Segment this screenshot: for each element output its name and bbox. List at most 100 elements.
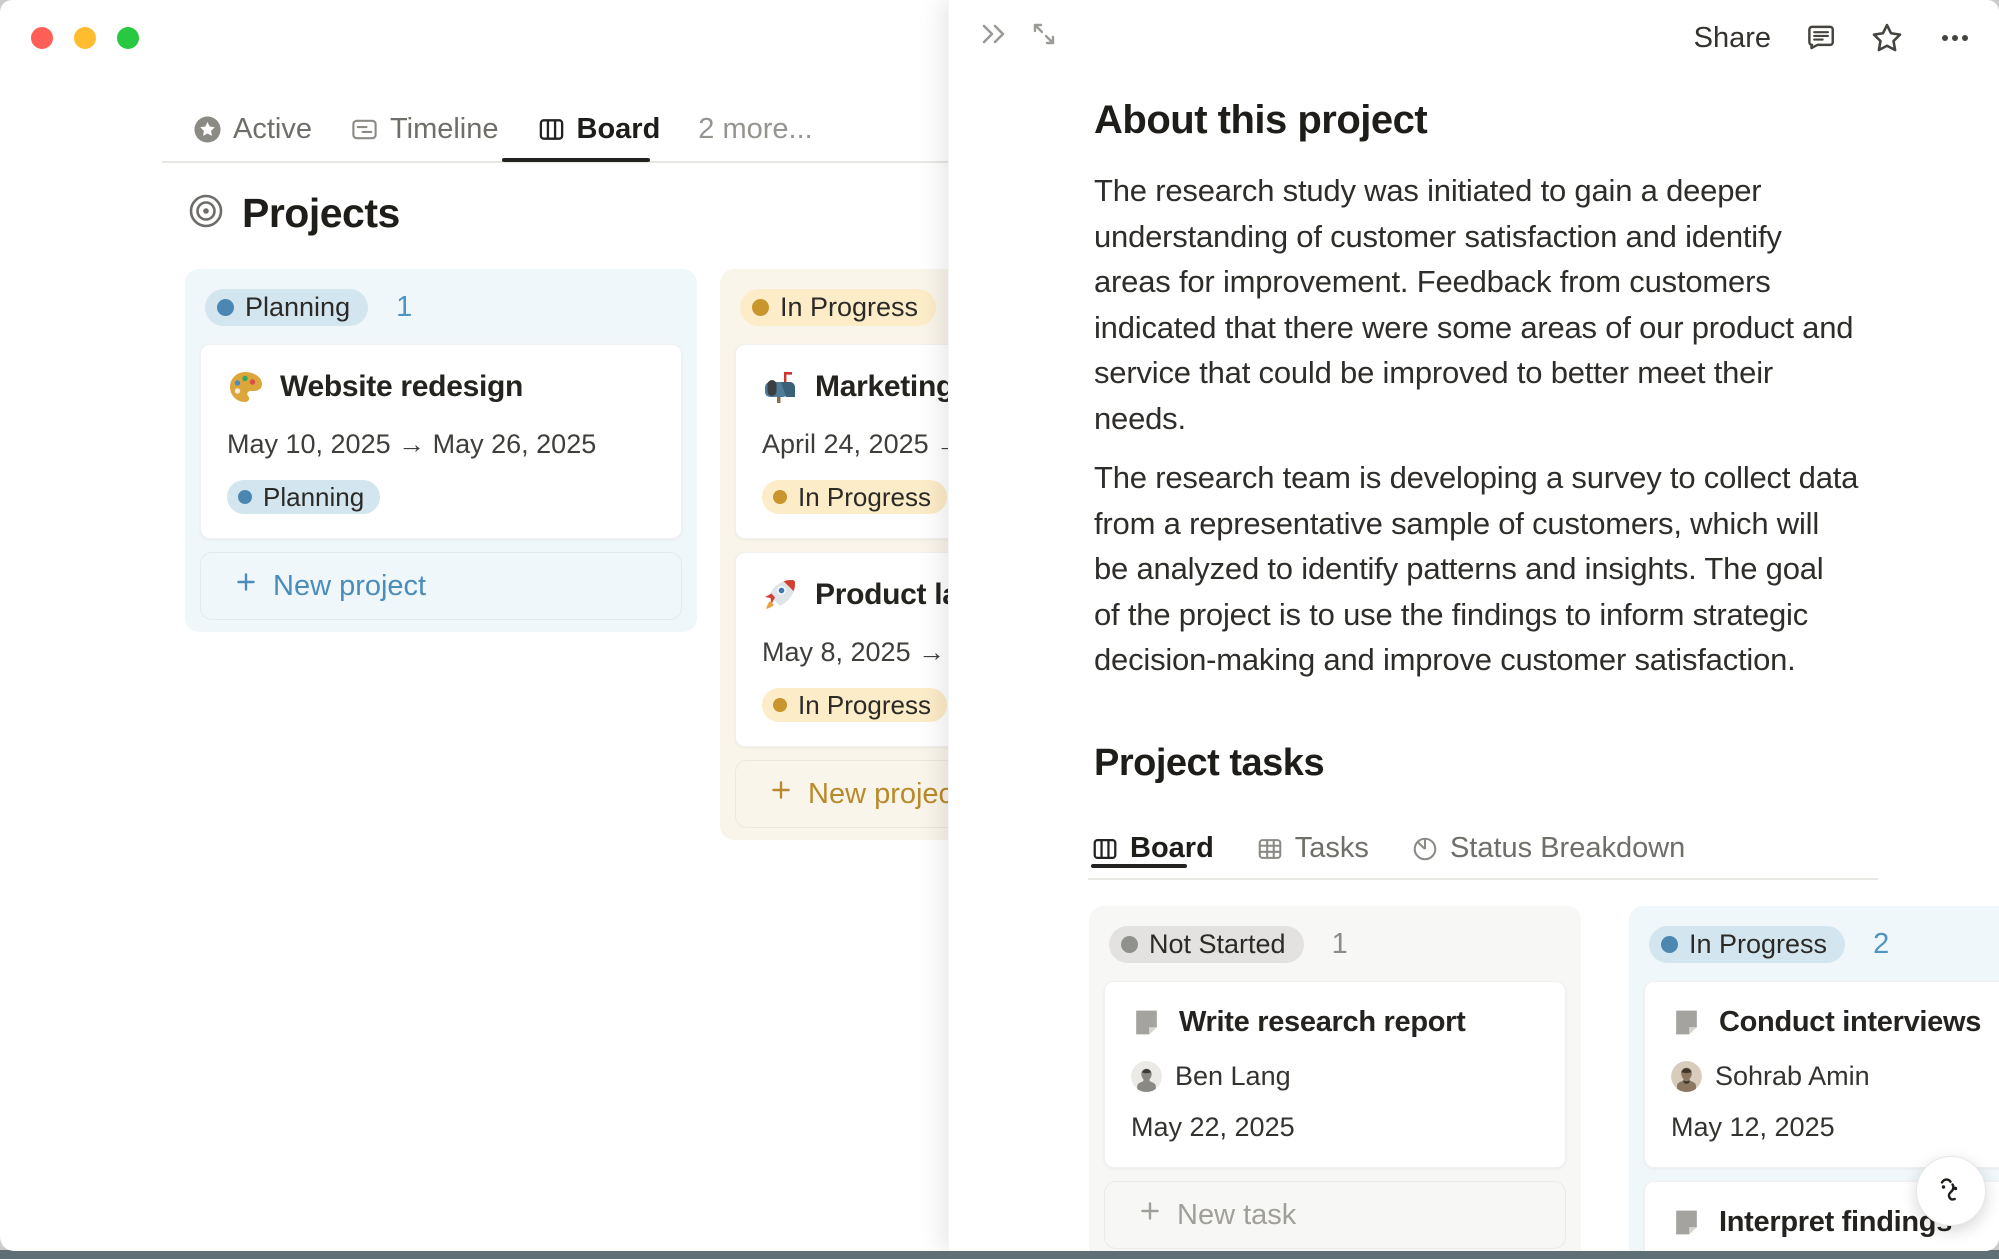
- card-date: May 22, 2025: [1131, 1112, 1539, 1143]
- target-icon: [188, 193, 224, 234]
- tab-label: 2 more...: [698, 113, 812, 146]
- status-pill-not-started[interactable]: Not Started: [1109, 926, 1304, 963]
- status-dot: [773, 698, 787, 712]
- project-card-website-redesign[interactable]: Website redesign May 10, 2025 → May 26, …: [200, 344, 682, 539]
- column-count: 1: [1332, 928, 1348, 961]
- table-icon: [1256, 835, 1284, 863]
- card-date-range: May 10, 2025 → May 26, 2025: [227, 429, 655, 460]
- card-title: Website redesign: [280, 370, 523, 404]
- notion-ai-button[interactable]: [1916, 1156, 1986, 1226]
- tab-label: Board: [1130, 832, 1214, 865]
- tab-status-breakdown[interactable]: Status Breakdown: [1411, 832, 1685, 865]
- tab-active-view[interactable]: Active: [193, 113, 312, 146]
- task-card-conduct-interviews[interactable]: Conduct interviews Sohrab Amin May 12, 2…: [1644, 981, 1999, 1168]
- active-tab-underline: [1091, 864, 1187, 868]
- status-dot: [1661, 936, 1678, 953]
- screen: Active Timeline Board 2 more...: [0, 0, 1999, 1259]
- tab-timeline-view[interactable]: Timeline: [350, 113, 499, 146]
- rocket-emoji: [762, 577, 798, 613]
- plus-icon: [233, 569, 259, 603]
- status-pill-in-progress[interactable]: In Progress: [740, 289, 936, 326]
- peek-toolbar-left: [977, 18, 1059, 50]
- share-button[interactable]: Share: [1694, 22, 1771, 55]
- board-column-planning: Planning 1 Website redesign May 10, 2025…: [185, 269, 697, 632]
- favorite-star-icon[interactable]: [1869, 20, 1905, 56]
- column-header: In Progress 2: [1649, 926, 1999, 963]
- tasks-view-tabs: Board Tasks Status Breakdown: [1091, 832, 1685, 865]
- desktop-edge: [0, 1250, 1999, 1259]
- status-label: Not Started: [1149, 929, 1286, 960]
- new-project-button[interactable]: New project: [200, 552, 682, 620]
- window-controls: [31, 27, 139, 49]
- plus-icon: [1137, 1198, 1163, 1232]
- column-header: Planning 1: [205, 289, 682, 326]
- doc-heading-about: About this project: [1094, 98, 1427, 143]
- status-dot: [752, 299, 769, 316]
- card-title: Interpret findings: [1719, 1206, 1952, 1239]
- page-header: Projects: [188, 190, 400, 237]
- assignee-row: Sohrab Amin: [1671, 1061, 1999, 1092]
- tab-label: Status Breakdown: [1450, 832, 1685, 865]
- tabs-divider: [1088, 878, 1878, 880]
- tab-label: Timeline: [390, 113, 499, 146]
- pie-chart-icon: [1411, 835, 1439, 863]
- doc-heading-project-tasks: Project tasks: [1094, 742, 1324, 785]
- doc-paragraph-1: The research study was initiated to gain…: [1094, 168, 1924, 441]
- tab-label: Board: [577, 113, 661, 146]
- status-label: In Progress: [780, 292, 918, 323]
- notion-window: Active Timeline Board 2 more...: [0, 0, 1999, 1251]
- active-tab-underline: [502, 158, 650, 162]
- close-side-peek-button[interactable]: [977, 18, 1011, 50]
- status-dot: [217, 299, 234, 316]
- close-window-button[interactable]: [31, 27, 53, 49]
- page-title: Projects: [242, 190, 400, 237]
- tag-label: In Progress: [798, 690, 931, 721]
- more-options-icon[interactable]: [1937, 20, 1973, 56]
- tab-board-view[interactable]: Board: [537, 113, 661, 146]
- status-pill-planning[interactable]: Planning: [205, 289, 368, 326]
- tab-tasks[interactable]: Tasks: [1256, 832, 1369, 865]
- new-project-label: New project: [273, 570, 426, 603]
- status-dot: [238, 490, 252, 504]
- card-title: Write research report: [1179, 1006, 1466, 1039]
- palette-emoji: [227, 369, 263, 405]
- assignee-row: Ben Lang: [1131, 1061, 1539, 1092]
- column-count: 1: [396, 291, 412, 324]
- board-icon: [1091, 835, 1119, 863]
- doc-paragraph-2: The research team is developing a survey…: [1094, 455, 1924, 683]
- card-status-tag: Planning: [227, 480, 380, 514]
- zoom-window-button[interactable]: [117, 27, 139, 49]
- timeline-icon: [350, 115, 379, 144]
- new-task-button[interactable]: New task: [1104, 1181, 1566, 1249]
- tab-more-views[interactable]: 2 more...: [698, 113, 812, 146]
- new-project-label: New project: [808, 778, 961, 811]
- board-icon: [537, 115, 566, 144]
- status-label: Planning: [245, 292, 350, 323]
- mailbox-emoji: [762, 369, 798, 405]
- assignee-name: Ben Lang: [1175, 1061, 1291, 1092]
- expand-page-button[interactable]: [1029, 19, 1059, 49]
- column-count: 2: [1873, 928, 1889, 961]
- card-status-tag: In Progress: [762, 480, 947, 514]
- tag-label: Planning: [263, 482, 364, 513]
- page-icon: [1671, 1007, 1702, 1038]
- status-label: In Progress: [1689, 929, 1827, 960]
- minimize-window-button[interactable]: [74, 27, 96, 49]
- view-tabs: Active Timeline Board 2 more...: [193, 104, 813, 154]
- status-pill-in-progress[interactable]: In Progress: [1649, 926, 1845, 963]
- task-card-write-research-report[interactable]: Write research report Ben Lang May 22, 2…: [1104, 981, 1566, 1168]
- assignee-name: Sohrab Amin: [1715, 1061, 1870, 1092]
- card-date: May 12, 2025: [1671, 1112, 1999, 1143]
- comments-icon[interactable]: [1803, 21, 1837, 55]
- avatar-ben-lang: [1131, 1061, 1162, 1092]
- new-task-label: New task: [1177, 1199, 1296, 1232]
- page-icon: [1131, 1007, 1162, 1038]
- column-header: Not Started 1: [1109, 926, 1566, 963]
- tab-board[interactable]: Board: [1091, 832, 1214, 865]
- tab-label: Active: [233, 113, 312, 146]
- avatar-sohrab-amin: [1671, 1061, 1702, 1092]
- tasks-column-not-started: Not Started 1 Write research report: [1089, 906, 1581, 1251]
- tag-label: In Progress: [798, 482, 931, 513]
- peek-toolbar-right: Share: [1694, 14, 1973, 62]
- tab-label: Tasks: [1295, 832, 1369, 865]
